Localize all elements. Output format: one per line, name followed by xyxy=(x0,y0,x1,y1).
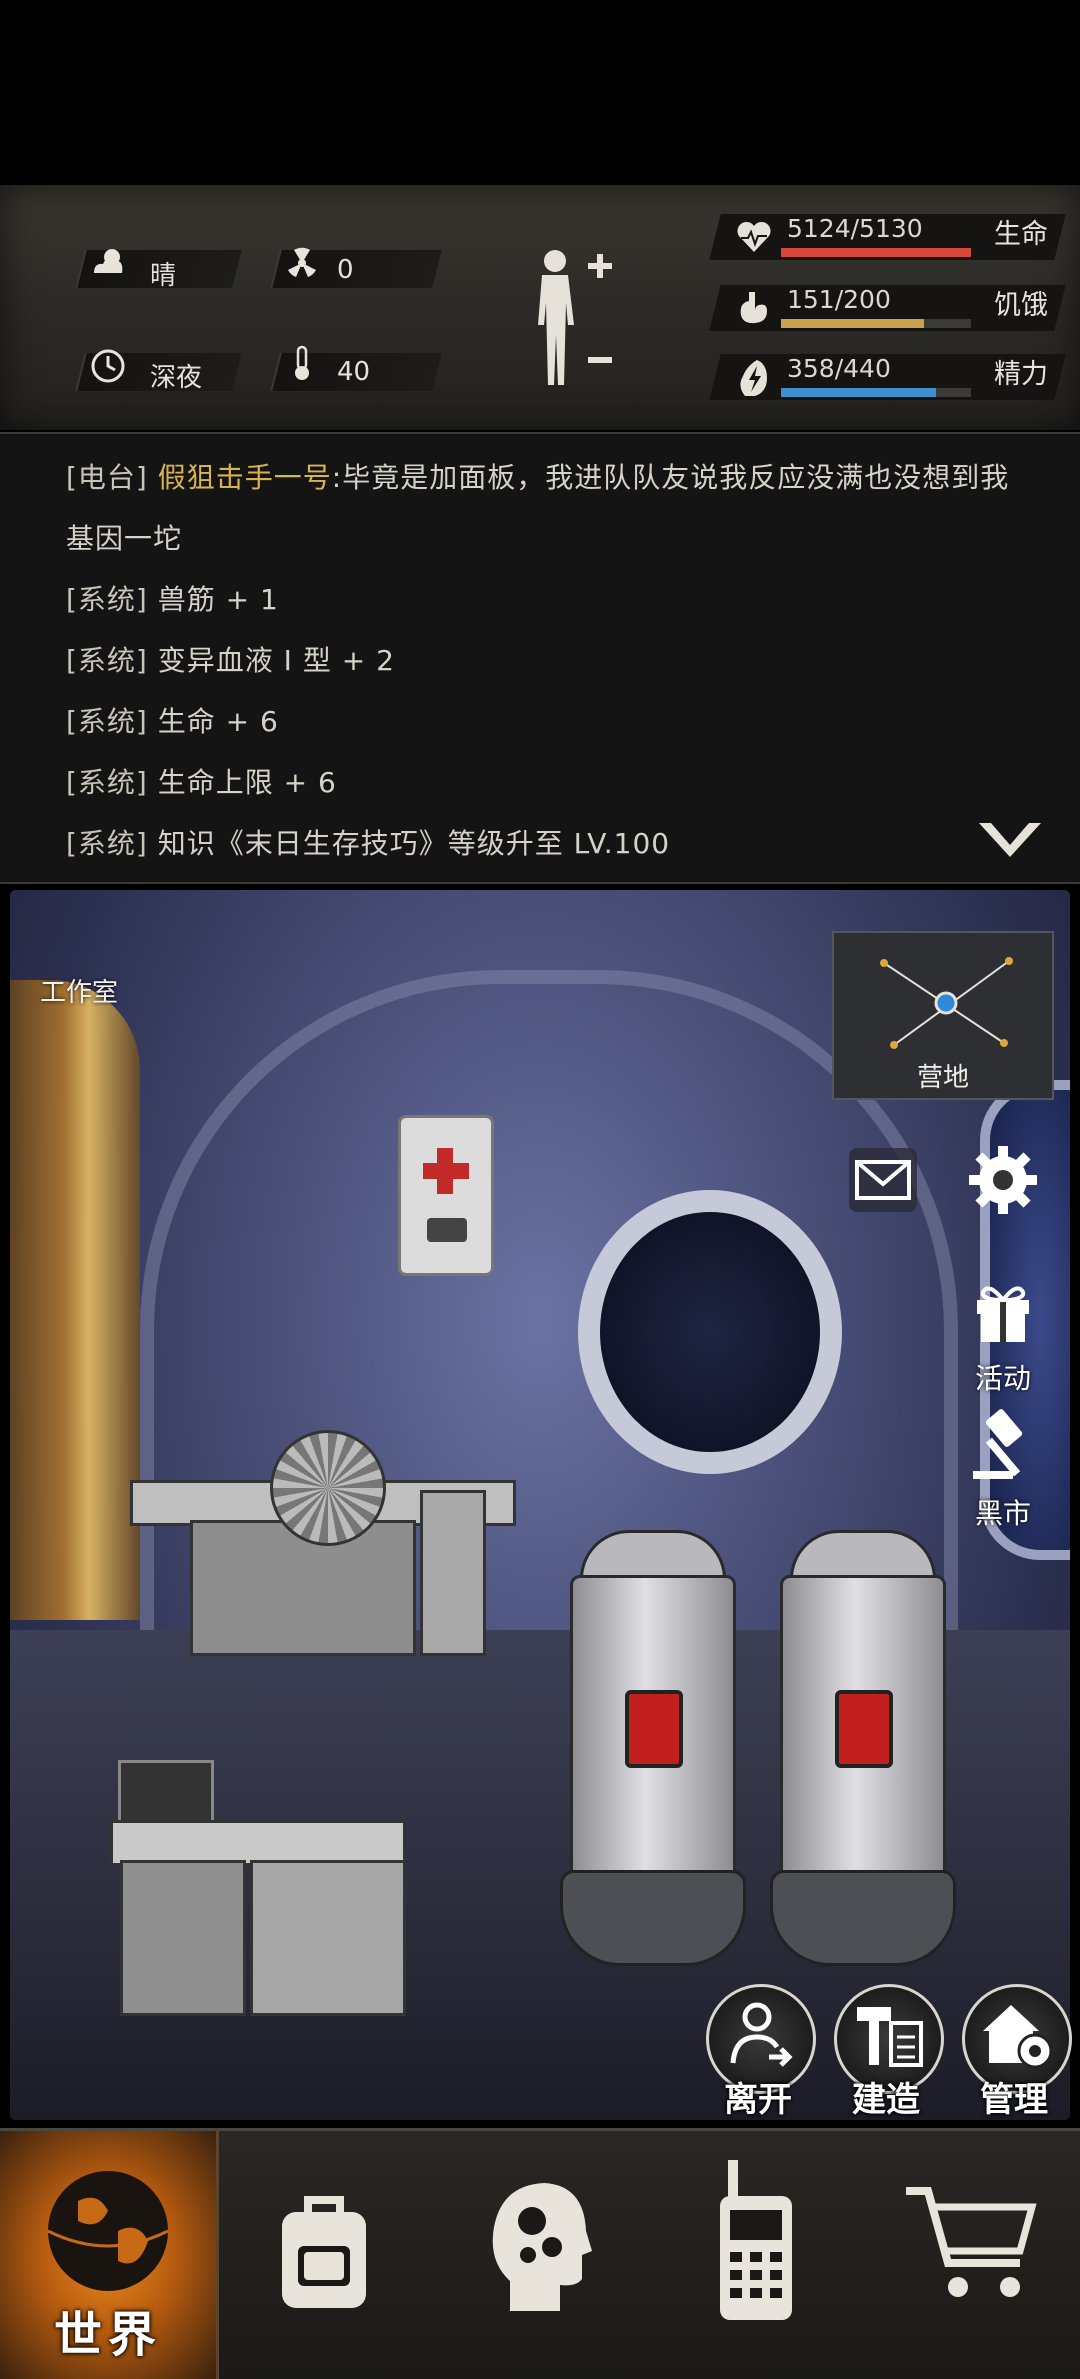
events-button[interactable]: 活动 xyxy=(958,1270,1048,1397)
chat-text: 变异血液 I 型 + 2 xyxy=(157,644,395,677)
health-bar xyxy=(781,248,971,257)
left-doorway[interactable] xyxy=(10,980,140,1620)
chat-line: [系统] 知识《末日生存技巧》等级升至 LV.100 xyxy=(66,822,670,862)
hammer-icon xyxy=(857,2007,923,2067)
energy-value: 358/440 xyxy=(787,354,891,383)
chat-line: [电台] 假狙击手一号:毕竟是加面板，我进队队友说我反应没满也没想到我 xyxy=(66,456,1009,496)
hunger-bar xyxy=(781,319,971,328)
settings-button[interactable] xyxy=(958,1140,1048,1227)
gavel-icon xyxy=(973,1409,1023,1479)
chat-text: 生命 + 6 xyxy=(157,705,279,738)
nav-radio[interactable] xyxy=(648,2131,864,2379)
black-market-button[interactable]: 黑市 xyxy=(958,1405,1048,1532)
saw-blade xyxy=(270,1430,386,1546)
heart-icon xyxy=(737,221,771,252)
person-exit-icon xyxy=(730,2002,793,2067)
minimap[interactable]: 营地 xyxy=(832,931,1054,1100)
medkit-cabinet[interactable] xyxy=(398,1115,494,1276)
thermometer-icon xyxy=(295,345,309,380)
backpack-icon xyxy=(282,2196,366,2308)
temperature-value: 40 xyxy=(337,357,371,387)
weather-label: 晴 xyxy=(150,261,177,291)
cart-icon xyxy=(906,2187,1037,2297)
envelope-icon xyxy=(849,1148,917,1212)
mail-button[interactable] xyxy=(838,1140,928,1227)
time-label: 深夜 xyxy=(150,363,203,393)
radiation-value: 0 xyxy=(337,255,354,285)
walkie-talkie-icon xyxy=(720,2160,792,2320)
stat-energy: 358/440 精力 xyxy=(709,350,1066,410)
globe-icon xyxy=(47,2171,169,2291)
chat-line: [系统] 变异血液 I 型 + 2 xyxy=(66,639,395,679)
chat-line: [系统] 兽筋 + 1 xyxy=(66,578,279,618)
chat-text: 知识《末日生存技巧》等级升至 LV.100 xyxy=(157,827,671,860)
electronics-workbench[interactable] xyxy=(110,1760,410,2030)
health-label: 生命 xyxy=(994,219,1048,250)
nav-skills[interactable] xyxy=(432,2131,648,2379)
chat-line: 基因一坨 xyxy=(66,517,182,557)
nav-world-label: 世界 xyxy=(53,2307,162,2363)
energy-label: 精力 xyxy=(994,359,1048,390)
leave-label: 离开 xyxy=(724,2080,792,2120)
nav-world[interactable]: 世界 xyxy=(0,2131,219,2379)
chat-log[interactable]: [电台] 假狙击手一号:毕竟是加面板，我进队队友说我反应没满也没想到我 基因一坨… xyxy=(0,432,1080,884)
chat-line: [系统] 生命上限 + 6 xyxy=(66,761,337,801)
hunger-label: 饥饿 xyxy=(994,290,1048,321)
black-market-label: 黑市 xyxy=(974,1497,1031,1530)
stat-hunger: 151/200 饥饿 xyxy=(709,281,1066,341)
status-bar: 晴 0 深夜 40 5124/5130 生命 151/200 饥饿 358/44… xyxy=(0,185,1080,430)
chat-speaker: 假狙击手一号 xyxy=(157,461,332,494)
cloud-sun-icon xyxy=(94,249,123,273)
chat-text: 基因一坨 xyxy=(66,522,183,555)
chat-text: :毕竟是加面板，我进队队友说我反应没满也没想到我 xyxy=(331,461,1010,494)
stomach-icon xyxy=(740,292,767,324)
build-label: 建造 xyxy=(852,2080,920,2120)
energy-bar xyxy=(781,388,971,397)
room-label: 工作室 xyxy=(40,978,119,1008)
chat-tag: [系统] xyxy=(66,827,148,860)
energy-icon xyxy=(740,360,767,396)
stat-health: 5124/5130 生命 xyxy=(709,210,1066,270)
chat-tag: [系统] xyxy=(66,705,148,738)
storage-capsule[interactable] xyxy=(770,1530,956,1970)
health-value: 5124/5130 xyxy=(787,214,923,243)
chat-tag: [系统] xyxy=(66,583,148,616)
hunger-value: 151/200 xyxy=(787,285,891,314)
minimap-label: 营地 xyxy=(916,1063,969,1093)
storage-capsule[interactable] xyxy=(560,1530,746,1970)
clock-icon xyxy=(91,349,125,383)
events-label: 活动 xyxy=(974,1362,1031,1395)
nav-shop[interactable] xyxy=(864,2131,1080,2379)
chat-tag: [电台] xyxy=(66,461,148,494)
house-gear-icon xyxy=(983,2005,1053,2069)
radiation-icon xyxy=(288,247,316,277)
chat-text: 生命上限 + 6 xyxy=(157,766,337,799)
laptop xyxy=(118,1760,214,1826)
porthole-window xyxy=(578,1190,842,1474)
chevron-down-icon[interactable] xyxy=(975,819,1045,863)
head-gears-icon xyxy=(492,2183,592,2311)
chat-line: [系统] 生命 + 6 xyxy=(66,700,279,740)
saw-workbench[interactable] xyxy=(130,1430,516,1660)
body-status-icon[interactable] xyxy=(520,245,620,395)
nav-backpack[interactable] xyxy=(216,2131,432,2379)
bottom-nav: 世界 xyxy=(0,2128,1080,2379)
manage-label: 管理 xyxy=(980,2080,1048,2120)
gear-icon xyxy=(969,1146,1037,1214)
chat-text: 兽筋 + 1 xyxy=(157,583,279,616)
chat-tag: [系统] xyxy=(66,644,148,677)
gift-icon xyxy=(977,1286,1029,1342)
chat-tag: [系统] xyxy=(66,766,148,799)
tool-panel xyxy=(250,1860,406,2016)
